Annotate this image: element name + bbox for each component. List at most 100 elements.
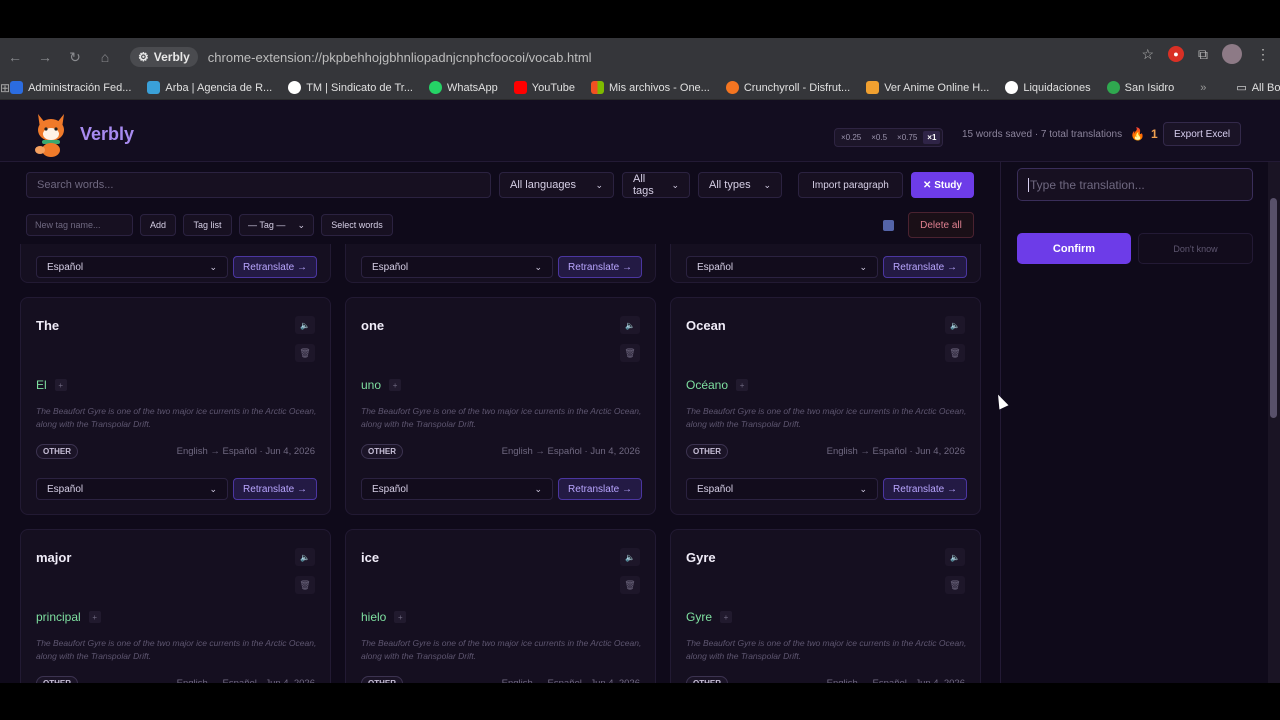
retranslate-button[interactable]: Retranslate → (233, 478, 317, 500)
brand-name: Verbly (80, 124, 135, 144)
bookmark-item[interactable]: YouTube (513, 81, 575, 94)
profile-avatar[interactable] (1222, 44, 1242, 64)
add-translation-icon[interactable]: + (736, 379, 749, 391)
type-filter-select[interactable]: All types ⌄ (698, 172, 782, 198)
language-select[interactable]: Español ⌄ (361, 478, 553, 500)
speaker-icon[interactable]: 🔈 (295, 548, 315, 566)
trash-icon[interactable]: 🗑 (620, 344, 640, 362)
chevron-down-icon: ⌄ (209, 261, 217, 272)
trash-icon[interactable]: 🗑 (295, 344, 315, 362)
speaker-icon[interactable]: 🔈 (620, 548, 640, 566)
reload-icon[interactable]: ↻ (60, 42, 90, 72)
trash-icon[interactable]: 🗑 (945, 344, 965, 362)
bookmark-item[interactable]: Liquidaciones (1005, 81, 1091, 94)
trash-icon[interactable]: 🗑 (295, 576, 315, 594)
streak-count: 1 (1150, 127, 1158, 141)
trash-icon[interactable]: 🗑 (945, 576, 965, 594)
speed-option[interactable]: ×0.75 (893, 131, 921, 144)
bookmark-star-icon[interactable]: ☆ (1141, 46, 1154, 63)
retranslate-button[interactable]: Retranslate → (233, 256, 317, 278)
letterbox-top (0, 0, 1280, 38)
bookmark-item[interactable]: Administración Fed... (10, 81, 131, 94)
menu-icon[interactable]: ⋮ (1256, 46, 1270, 63)
streak-counter: 🔥 1 (1130, 127, 1158, 141)
scrollbar-thumb[interactable] (1270, 198, 1277, 418)
import-paragraph-button[interactable]: Import paragraph (798, 172, 903, 198)
card-context: The Beaufort Gyre is one of the two majo… (36, 406, 317, 429)
back-icon[interactable]: ← (0, 42, 30, 72)
retranslate-button[interactable]: Retranslate → (558, 478, 642, 500)
bookmark-item[interactable]: WhatsApp (429, 81, 498, 94)
study-button[interactable]: ✕ Study (911, 172, 974, 198)
select-words-button[interactable]: Select words (321, 214, 393, 236)
tag-list-button[interactable]: Tag list (183, 214, 232, 236)
bookmark-item[interactable]: TM | Sindicato de Tr... (288, 81, 413, 94)
site-chip[interactable]: ⚙ Verbly (130, 47, 198, 67)
add-translation-icon[interactable]: + (720, 611, 733, 623)
language-select[interactable]: Español ⌄ (361, 256, 553, 278)
browser-toolbar: ← → ↻ ⌂ ⚙ Verbly chrome-extension://pkpb… (0, 38, 1280, 76)
translation-answer-input[interactable]: Type the translation... (1017, 168, 1253, 201)
bookmark-icon (147, 81, 161, 94)
apps-grid-icon[interactable]: ⊞ (0, 81, 10, 95)
add-translation-icon[interactable]: + (394, 611, 407, 623)
card-translation: hielo + (361, 610, 407, 624)
tag-filter-select[interactable]: All tags ⌄ (622, 172, 690, 198)
language-select[interactable]: Español ⌄ (36, 478, 228, 500)
address-bar[interactable]: ⚙ Verbly chrome-extension://pkpbehhojgbh… (130, 44, 1130, 70)
bookmark-item[interactable]: Mis archivos - One... (590, 81, 710, 94)
speaker-icon[interactable]: 🔈 (945, 316, 965, 334)
confirm-button[interactable]: Confirm (1017, 233, 1131, 264)
speed-option[interactable]: ×0.5 (867, 131, 891, 144)
speaker-icon[interactable]: 🔈 (620, 316, 640, 334)
new-tag-input[interactable]: New tag name... (26, 214, 133, 236)
chevron-down-icon: ⌄ (209, 483, 217, 494)
add-translation-icon[interactable]: + (389, 379, 402, 391)
tag-select[interactable]: — Tag — ⌄ (239, 214, 314, 236)
language-select[interactable]: Español ⌄ (686, 478, 878, 500)
speed-option[interactable]: ×0.25 (837, 131, 865, 144)
chevron-down-icon: ⌄ (859, 483, 867, 494)
extensions-icon[interactable]: ⧉ (1198, 46, 1208, 63)
chevron-down-icon: ⌄ (534, 261, 542, 272)
speaker-icon[interactable]: 🔈 (295, 316, 315, 334)
dont-know-button[interactable]: Don't know (1138, 233, 1253, 264)
language-filter-select[interactable]: All languages ⌄ (499, 172, 614, 198)
bookmark-icon (10, 81, 24, 94)
add-tag-button[interactable]: Add (140, 214, 176, 236)
view-toggle-icon[interactable] (883, 220, 894, 231)
delete-all-button[interactable]: Delete all (908, 212, 974, 238)
bookmark-item[interactable]: Ver Anime Online H... (866, 81, 989, 94)
extension-icon[interactable]: ● (1168, 46, 1184, 62)
bookmark-item[interactable]: San Isidro (1106, 81, 1174, 94)
speed-option-active[interactable]: ×1 (923, 131, 941, 144)
add-translation-icon[interactable]: + (54, 379, 67, 391)
card-translation: uno + (361, 378, 402, 392)
retranslate-button[interactable]: Retranslate → (883, 256, 967, 278)
forward-icon[interactable]: → (30, 42, 60, 72)
bookmarks-bar: ⊞ Administración Fed... Arba | Agencia d… (0, 76, 1280, 100)
card-word: major (36, 550, 72, 565)
language-select[interactable]: Español ⌄ (686, 256, 878, 278)
bookmark-item[interactable]: Arba | Agencia de R... (147, 81, 272, 94)
site-name: Verbly (153, 50, 190, 64)
home-icon[interactable]: ⌂ (90, 42, 120, 72)
bookmark-item[interactable]: Crunchyroll - Disfrut... (725, 81, 850, 94)
speaker-icon[interactable]: 🔈 (945, 548, 965, 566)
chevron-down-icon: ⌄ (763, 179, 771, 190)
trash-icon[interactable]: 🗑 (620, 576, 640, 594)
export-excel-button[interactable]: Export Excel (1163, 122, 1242, 146)
vocab-toolbar: Search words... All languages ⌄ All tags ⌄… (0, 162, 1000, 244)
add-translation-icon[interactable]: + (88, 611, 101, 623)
more-bookmarks-icon[interactable]: » (1200, 82, 1206, 94)
retranslate-button[interactable]: Retranslate → (883, 478, 967, 500)
all-bookmarks[interactable]: ▭All Bookmarks (1236, 81, 1280, 95)
card-translation: Gyre + (686, 610, 733, 624)
retranslate-button[interactable]: Retranslate → (558, 256, 642, 278)
panel-divider (1000, 162, 1001, 683)
search-input[interactable]: Search words... (26, 172, 491, 198)
language-select[interactable]: Español ⌄ (36, 256, 228, 278)
extension-puzzle-icon: ⚙ (138, 50, 149, 64)
youtube-icon (513, 81, 527, 94)
chevron-down-icon: ⌄ (671, 179, 679, 190)
